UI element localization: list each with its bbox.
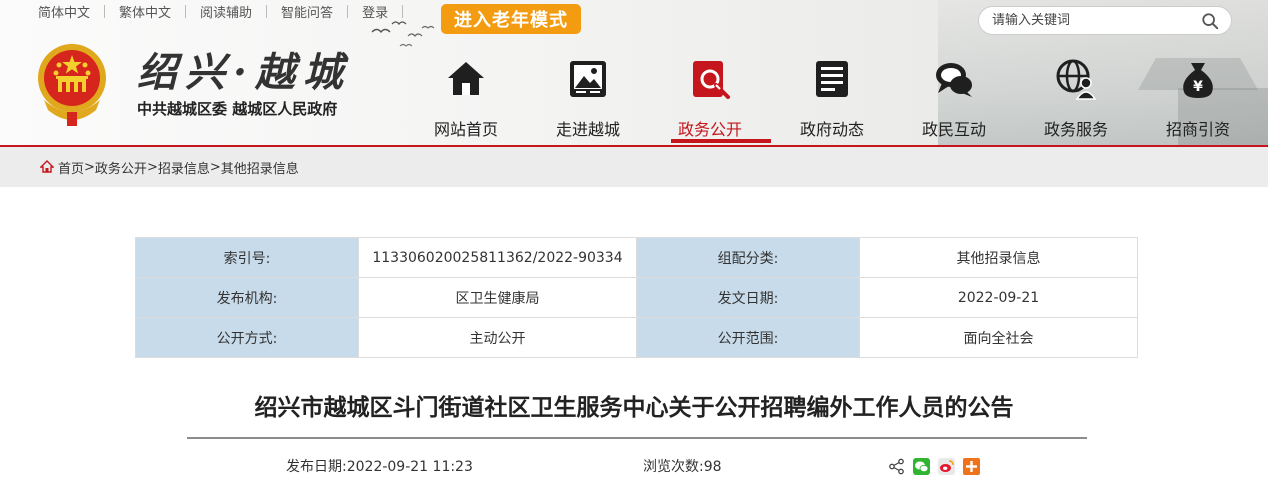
picture-icon <box>570 61 606 97</box>
nav-item-gov-open[interactable]: 政务公开 <box>649 52 771 145</box>
document-search-icon <box>693 61 730 99</box>
table-row: 公开方式: 主动公开 公开范围: 面向全社会 <box>135 317 1138 358</box>
toplink-simplified[interactable]: 简体中文 <box>38 2 90 21</box>
category-label: 组配分类: <box>636 237 860 278</box>
nav-item-label: 招商引资 <box>1165 120 1230 139</box>
title-divider <box>187 437 1087 439</box>
top-links: 简体中文 繁体中文 阅读辅助 智能问答 登录 <box>38 0 417 22</box>
home-icon <box>40 160 54 173</box>
breadcrumb-separator: > <box>84 159 95 175</box>
nav-item-news[interactable]: 政府动态 <box>771 52 893 145</box>
elderly-mode-button[interactable]: 进入老年模式 <box>441 4 581 34</box>
home-icon <box>448 62 484 95</box>
toplink-traditional[interactable]: 繁体中文 <box>119 2 171 21</box>
main-nav: 网站首页 走进越城 政务公开 政府动态 政民互动 政务服务 ¥ 招商引资 <box>405 52 1259 145</box>
table-row: 索引号: 11330602002581136​2/2022-90334 组配分类… <box>135 237 1138 278</box>
breadcrumb-other-recruitment[interactable]: 其他招录信息 <box>221 158 299 177</box>
chat-icon <box>936 63 972 97</box>
table-row: 发布机构: 区卫生健康局 发文日期: 2022-09-21 <box>135 277 1138 318</box>
nav-item-label: 走进越城 <box>555 120 620 139</box>
share-bar <box>888 458 980 475</box>
nav-item-label: 政务公开 <box>677 120 742 139</box>
breadcrumb-separator: > <box>146 159 158 175</box>
toplink-reading-aid[interactable]: 阅读辅助 <box>200 2 252 21</box>
nav-item-services[interactable]: 政务服务 <box>1015 52 1137 145</box>
nav-item-label: 政务服务 <box>1043 120 1108 139</box>
breadcrumb-home[interactable]: 首页 <box>58 158 84 177</box>
date-label: 发文日期: <box>636 277 860 318</box>
publish-date: 发布日期:2022-09-21 11:23 <box>286 456 473 476</box>
search-icon[interactable] <box>1201 12 1219 30</box>
index-value: 11330602002581136​2/2022-90334 <box>358 237 637 278</box>
scope-label: 公开范围: <box>636 317 860 358</box>
site-header: 简体中文 繁体中文 阅读辅助 智能问答 登录 进入老年模式 绍兴·越城 中共越城… <box>0 0 1268 145</box>
mode-value: 主动公开 <box>358 317 637 358</box>
site-brand[interactable]: 绍兴·越城 中共越城区委 越城区人民政府 <box>137 40 351 118</box>
nav-item-label: 政民互动 <box>921 120 986 139</box>
breadcrumb-recruitment[interactable]: 招录信息 <box>158 158 210 177</box>
nav-item-interaction[interactable]: 政民互动 <box>893 52 1015 145</box>
org-label: 发布机构: <box>135 277 359 318</box>
category-value: 其他招录信息 <box>859 237 1138 278</box>
brand-subtitle: 中共越城区委 越城区人民政府 <box>137 100 338 118</box>
views-value: 98 <box>703 459 722 475</box>
article-title: 绍兴市越城区斗门街道社区卫生服务中心关于公开招聘编外工作人员的公告 <box>254 395 1014 421</box>
view-count: 浏览次数:98 <box>643 456 722 476</box>
nav-item-label: 政府动态 <box>799 120 864 139</box>
views-label: 浏览次数: <box>643 459 704 475</box>
wechat-icon[interactable] <box>913 458 930 475</box>
nav-item-investment[interactable]: ¥ 招商引资 <box>1137 52 1259 145</box>
national-emblem-icon <box>38 44 106 126</box>
globe-user-icon <box>1056 59 1097 100</box>
svg-text:¥: ¥ <box>1193 79 1203 95</box>
nav-item-home[interactable]: 网站首页 <box>405 52 527 145</box>
share-icon[interactable] <box>888 458 905 475</box>
weibo-icon[interactable] <box>938 458 955 475</box>
money-bag-icon: ¥ <box>1183 63 1213 98</box>
search-input[interactable] <box>992 13 1192 28</box>
publish-label: 发布日期: <box>286 459 347 475</box>
date-value: 2022-09-21 <box>859 277 1138 318</box>
breadcrumb-gov-open[interactable]: 政务公开 <box>95 158 147 177</box>
search-box <box>978 6 1232 35</box>
nav-item-about[interactable]: 走进越城 <box>527 52 649 145</box>
breadcrumb-separator: > <box>209 159 221 175</box>
org-value: 区卫生健康局 <box>358 277 637 318</box>
toplink-smart-qa[interactable]: 智能问答 <box>281 2 333 21</box>
brand-title: 绍兴·越城 <box>137 49 351 96</box>
index-label: 索引号: <box>135 237 359 278</box>
publish-value: 2022-09-21 11:23 <box>346 459 473 475</box>
document-info-table: 索引号: 11330602002581136​2/2022-90334 组配分类… <box>135 237 1138 358</box>
nav-item-label: 网站首页 <box>433 120 498 139</box>
scope-value: 面向全社会 <box>859 317 1138 358</box>
mode-label: 公开方式: <box>135 317 359 358</box>
more-share-icon[interactable] <box>963 458 980 475</box>
breadcrumb: 首页 > 政务公开 > 招录信息 > 其他招录信息 <box>0 147 1268 187</box>
news-icon <box>816 61 848 97</box>
